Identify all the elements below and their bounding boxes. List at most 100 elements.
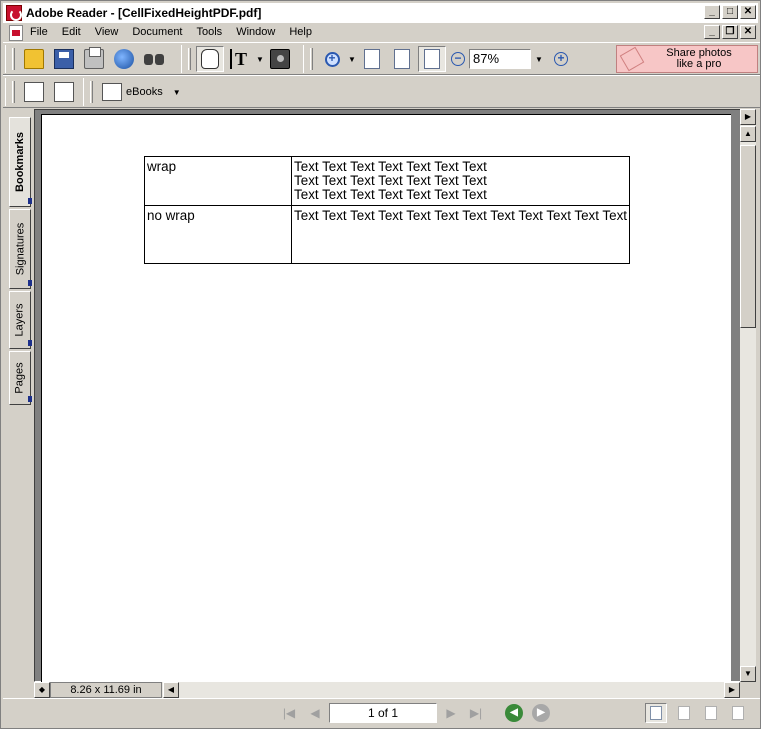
page-fit-icon bbox=[394, 49, 410, 69]
toolbar-grip[interactable] bbox=[188, 48, 191, 70]
window-title: Adobe Reader - [CellFixedHeightPDF.pdf] bbox=[26, 6, 262, 20]
chevron-down-icon[interactable]: ▼ bbox=[255, 55, 265, 64]
secondary-toolbar: eBooks ▼ bbox=[3, 75, 760, 108]
chevron-down-icon[interactable]: ▼ bbox=[534, 55, 544, 64]
title-bar: Adobe Reader - [CellFixedHeightPDF.pdf] … bbox=[3, 3, 758, 23]
document-window-controls: _ ❐ ✕ bbox=[704, 25, 756, 39]
continuous-facing-icon bbox=[732, 706, 744, 720]
next-page-button[interactable]: ▶ bbox=[441, 703, 461, 723]
tab-layers-label: Layers bbox=[14, 303, 26, 337]
maximize-button[interactable]: □ bbox=[722, 5, 738, 19]
vertical-scrollbar[interactable]: ▶ ▲ ▼ bbox=[740, 109, 756, 682]
chevron-down-icon[interactable]: ▼ bbox=[347, 55, 357, 64]
menu-tools[interactable]: Tools bbox=[190, 23, 230, 42]
share-text: Share photos like a pro bbox=[641, 48, 757, 70]
table-row: wrap Text Text Text Text Text Text Text … bbox=[143, 156, 630, 206]
tab-pages-label: Pages bbox=[14, 362, 27, 394]
single-page-layout-button[interactable] bbox=[645, 703, 667, 723]
previous-page-button[interactable]: ◀ bbox=[305, 703, 325, 723]
scroll-down-button[interactable]: ▼ bbox=[740, 666, 756, 682]
go-forward-button[interactable]: ▶ bbox=[532, 704, 550, 722]
first-page-button[interactable]: |◀ bbox=[279, 703, 299, 723]
toolbar-grip[interactable] bbox=[90, 81, 93, 103]
resize-handle[interactable]: ◆ bbox=[34, 682, 50, 698]
share-line-2: like a pro bbox=[676, 58, 722, 70]
hand-tool-button[interactable] bbox=[196, 46, 224, 72]
page-tools-group bbox=[5, 78, 79, 106]
tab-layers[interactable]: Layers bbox=[9, 291, 32, 349]
menu-document[interactable]: Document bbox=[125, 23, 189, 42]
table-cell-label: no wrap bbox=[143, 205, 293, 264]
tab-pages[interactable]: Pages bbox=[9, 351, 32, 405]
doc-restore-button[interactable]: ❐ bbox=[722, 25, 738, 39]
menu-view[interactable]: View bbox=[88, 23, 126, 42]
toolbar-grip[interactable] bbox=[12, 81, 15, 103]
pdf-table: wrap Text Text Text Text Text Text Text … bbox=[143, 156, 630, 264]
document-menu-icon[interactable] bbox=[9, 24, 23, 41]
actual-size-button[interactable] bbox=[358, 46, 386, 72]
snapshot-button[interactable] bbox=[266, 46, 294, 72]
close-button[interactable]: ✕ bbox=[740, 5, 756, 19]
search-button[interactable] bbox=[140, 46, 168, 72]
main-toolbar: T ▼ ▼ − 87% ▼ + Share photos like a pro bbox=[3, 42, 760, 75]
tab-signatures[interactable]: Signatures bbox=[9, 209, 32, 289]
cell-text-line: Text Text Text Text Text Text Text bbox=[294, 187, 487, 202]
zoom-in-button[interactable]: + bbox=[554, 52, 568, 66]
menu-file[interactable]: File bbox=[23, 23, 55, 42]
scroll-right-button[interactable]: ▶ bbox=[724, 682, 740, 698]
text-select-icon: T bbox=[230, 49, 250, 69]
menu-help[interactable]: Help bbox=[282, 23, 319, 42]
table-cell-text: Text Text Text Text Text Text Text Text … bbox=[291, 205, 630, 264]
page-number-field[interactable]: 1 of 1 bbox=[329, 703, 437, 723]
file-tools-group bbox=[5, 45, 169, 73]
save-button[interactable] bbox=[50, 46, 78, 72]
print-button[interactable] bbox=[80, 46, 108, 72]
fit-page-button[interactable] bbox=[388, 46, 416, 72]
email-globe-icon bbox=[114, 49, 134, 69]
menu-window[interactable]: Window bbox=[229, 23, 282, 42]
camera-icon bbox=[270, 49, 290, 69]
doc-close-button[interactable]: ✕ bbox=[740, 25, 756, 39]
zoom-in-tool-button[interactable] bbox=[318, 46, 346, 72]
cell-text-line: Text Text Text Text Text Text Text Text … bbox=[294, 208, 627, 223]
zoom-out-button[interactable]: − bbox=[451, 52, 465, 66]
share-photos-button[interactable]: Share photos like a pro bbox=[616, 45, 758, 73]
zoom-level-input[interactable]: 87% bbox=[469, 49, 531, 69]
fit-width-button[interactable] bbox=[418, 46, 446, 72]
tab-signatures-label: Signatures bbox=[14, 222, 26, 276]
app-window: Adobe Reader - [CellFixedHeightPDF.pdf] … bbox=[0, 0, 761, 729]
minimize-button[interactable]: _ bbox=[704, 5, 720, 19]
scroll-up-button[interactable]: ▲ bbox=[740, 126, 756, 142]
document-viewport[interactable]: wrap Text Text Text Text Text Text Text … bbox=[34, 109, 756, 685]
scroll-expand-button[interactable]: ▶ bbox=[740, 109, 756, 125]
ebooks-group: eBooks ▼ bbox=[83, 78, 182, 106]
vertical-scroll-thumb[interactable] bbox=[740, 145, 756, 328]
ebooks-button[interactable]: eBooks bbox=[98, 79, 167, 105]
menu-edit[interactable]: Edit bbox=[55, 23, 88, 42]
tab-bookmarks[interactable]: Bookmarks bbox=[9, 117, 32, 207]
magnifier-icon bbox=[324, 51, 340, 67]
page-size-readout: 8.26 x 11.69 in bbox=[50, 682, 162, 698]
facing-layout-button[interactable] bbox=[700, 703, 722, 723]
chevron-down-icon[interactable]: ▼ bbox=[172, 88, 182, 97]
hand-icon bbox=[201, 49, 219, 69]
continuous-facing-layout-button[interactable] bbox=[727, 703, 749, 723]
toolbar-grip[interactable] bbox=[310, 48, 313, 70]
page-actual-icon bbox=[364, 49, 380, 69]
table-cell-text: Text Text Text Text Text Text Text Text … bbox=[291, 156, 630, 206]
scroll-left-button[interactable]: ◀ bbox=[163, 682, 179, 698]
navigation-tabs: Bookmarks Signatures Layers Pages bbox=[7, 109, 33, 679]
doc-minimize-button[interactable]: _ bbox=[704, 25, 720, 39]
last-page-button[interactable]: ▶| bbox=[466, 703, 486, 723]
toolbar-grip[interactable] bbox=[12, 48, 15, 70]
facing-pages-icon bbox=[705, 706, 717, 720]
rotate-page-button[interactable] bbox=[20, 79, 48, 105]
continuous-layout-button[interactable] bbox=[673, 703, 695, 723]
horizontal-scrollbar[interactable]: ◆ 8.26 x 11.69 in ◀ ▶ bbox=[34, 682, 740, 698]
email-button[interactable] bbox=[110, 46, 138, 72]
ebook-icon bbox=[102, 83, 122, 101]
rotate-view-button[interactable] bbox=[50, 79, 78, 105]
select-text-button[interactable]: T bbox=[226, 46, 254, 72]
go-back-button[interactable]: ◀ bbox=[505, 704, 523, 722]
open-button[interactable] bbox=[20, 46, 48, 72]
